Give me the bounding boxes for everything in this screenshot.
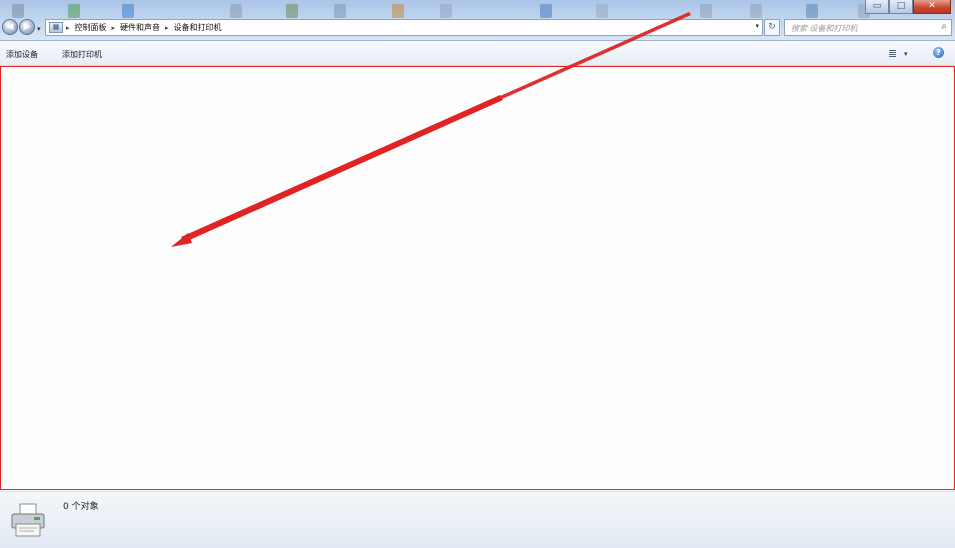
background-app-icon (68, 4, 80, 18)
refresh-button[interactable]: ↻ (764, 19, 780, 36)
devices-list-area[interactable] (0, 66, 955, 490)
breadcrumb-separator[interactable]: ▸ (66, 24, 70, 32)
breadcrumb-hardware-and-sound[interactable]: 硬件和声音 (120, 22, 160, 33)
command-bar: 添加设备 添加打印机 ≣ ▾ ? (0, 41, 955, 66)
background-app-icon (122, 4, 134, 18)
background-app-icon (286, 4, 298, 18)
address-bar[interactable]: ▦ ▸ 控制面板 ▸ 硬件和声音 ▸ 设备和打印机 ▾ (45, 19, 763, 36)
background-app-icon (750, 4, 762, 18)
item-count-label: 0 个对象 (63, 502, 99, 512)
maximize-button[interactable]: □ (889, 0, 913, 14)
change-view-icon[interactable]: ≣ (888, 47, 897, 60)
background-app-icon (700, 4, 712, 18)
view-options-dropdown[interactable]: ▾ (904, 50, 908, 58)
window-controls: ▭ □ ✕ (865, 0, 951, 14)
add-device-button[interactable]: 添加设备 (6, 49, 38, 60)
close-button[interactable]: ✕ (913, 0, 951, 14)
refresh-icon: ↻ (768, 22, 776, 32)
forward-arrow-icon: ▶ (23, 22, 31, 32)
search-placeholder: 搜索 设备和打印机 (791, 24, 858, 33)
search-icon[interactable]: ⌕ (941, 21, 947, 32)
forward-button[interactable]: ▶ (19, 19, 35, 35)
background-app-icon (540, 4, 552, 18)
back-button[interactable]: ◀ (2, 19, 18, 35)
help-icon[interactable]: ? (933, 47, 944, 58)
breadcrumb-separator[interactable]: ▸ (112, 24, 116, 32)
details-pane: 0 个对象 (0, 491, 955, 548)
minimize-button[interactable]: ▭ (865, 0, 889, 14)
background-app-icon (230, 4, 242, 18)
background-app-icon (334, 4, 346, 18)
background-app-icon (806, 4, 818, 18)
address-history-dropdown[interactable]: ▾ (755, 22, 759, 30)
background-app-icon (392, 4, 404, 18)
breadcrumb-separator[interactable]: ▸ (165, 24, 169, 32)
background-app-icon (440, 4, 452, 18)
title-bar: ▭ □ ✕ ◀ ▶ ▾ ▦ ▸ 控制面板 ▸ 硬件和声音 ▸ 设备和打印机 ▾ … (0, 0, 955, 41)
background-app-icon (596, 4, 608, 18)
back-arrow-icon: ◀ (6, 22, 14, 32)
add-printer-button[interactable]: 添加打印机 (62, 49, 102, 60)
control-panel-icon: ▦ (49, 22, 63, 33)
printer-icon (11, 503, 45, 537)
background-app-icon (12, 4, 24, 18)
breadcrumb-control-panel[interactable]: 控制面板 (75, 22, 107, 33)
search-input[interactable]: 搜索 设备和打印机 ⌕ (784, 19, 952, 36)
breadcrumb-devices-and-printers[interactable]: 设备和打印机 (174, 22, 222, 33)
recent-pages-dropdown[interactable]: ▾ (37, 25, 41, 33)
